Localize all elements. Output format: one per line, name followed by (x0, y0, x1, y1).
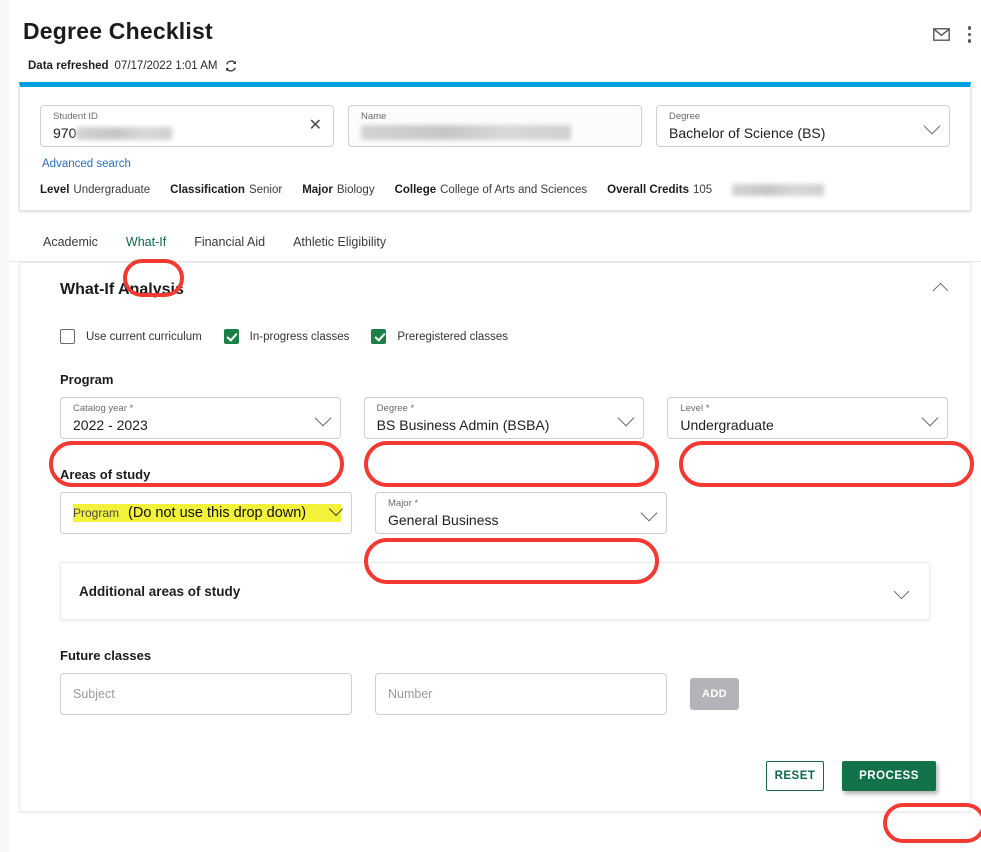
chevron-down-icon (328, 501, 344, 517)
areas-of-study-heading: Areas of study (60, 467, 151, 482)
student-search-card: Student ID 970 ✕ Name Degree Bachelor of… (19, 82, 971, 211)
checkbox-box (371, 329, 387, 344)
student-id-value: 970 (53, 123, 323, 143)
student-id-label: Student ID (53, 111, 98, 122)
areas-program-label: Program (73, 506, 120, 520)
student-id-redaction (76, 127, 173, 140)
areas-program-select[interactable]: Program (Do not use this drop down) (60, 492, 352, 534)
student-name-label: Name (361, 111, 387, 122)
meta-label: Level (40, 184, 70, 196)
student-meta: Level Undergraduate Classification Senior … (40, 184, 950, 196)
areas-major-value: General Business (388, 512, 499, 528)
degree-select[interactable]: Degree Bachelor of Science (BS) (656, 105, 950, 147)
tab-what-if[interactable]: What-If (112, 225, 180, 262)
additional-areas-label: Additional areas of study (79, 583, 241, 599)
meta-item-level: Level Undergraduate (40, 184, 150, 196)
future-subject-input[interactable] (60, 673, 352, 715)
meta-label: Overall Credits (607, 184, 689, 196)
whatif-level-label: Level * (680, 403, 710, 414)
whatif-level-select[interactable]: Level * Undergraduate (667, 397, 949, 439)
meta-redaction (732, 184, 825, 196)
data-refreshed-label: Data refreshed (28, 60, 109, 72)
areas-major-select[interactable]: Major * General Business (375, 492, 667, 534)
meta-item-major: Major Biology (302, 184, 374, 196)
checkbox-preregistered-classes[interactable]: Preregistered classes (371, 329, 508, 344)
areas-program-highlight: Program (Do not use this drop down) (73, 501, 344, 522)
checkbox-in-progress-classes[interactable]: In-progress classes (223, 329, 350, 344)
app-page: Degree Checklist Data refreshed 07/17/20… (9, 0, 981, 852)
future-number-input[interactable] (375, 673, 667, 715)
more-vertical-icon[interactable] (967, 26, 971, 43)
student-name-value (361, 123, 631, 143)
panel-actions: RESET PROCESS (42, 761, 936, 791)
catalog-year-label: Catalog year * (73, 403, 134, 414)
chevron-down-icon (893, 583, 910, 600)
program-heading: Program (60, 372, 114, 387)
meta-label: Classification (170, 184, 245, 196)
header-actions (932, 26, 971, 43)
page-title: Degree Checklist (23, 18, 213, 44)
page-header: Degree Checklist Data refreshed 07/17/20… (9, 0, 981, 73)
checkbox-label: Preregistered classes (397, 330, 508, 343)
data-refreshed: Data refreshed 07/17/2022 1:01 AM (28, 59, 961, 73)
clear-icon[interactable]: ✕ (309, 117, 322, 135)
program-fields-row: Catalog year * 2022 - 2023 Degree * BS B… (60, 397, 949, 439)
checkbox-label: In-progress classes (249, 330, 350, 343)
mail-icon[interactable] (932, 27, 950, 41)
advanced-search-link[interactable]: Advanced search (42, 158, 950, 170)
meta-value: 105 (692, 184, 713, 196)
meta-value: Undergraduate (73, 184, 151, 196)
tab-academic[interactable]: Academic (29, 225, 112, 262)
catalog-year-value: 2022 - 2023 (73, 417, 148, 433)
checkbox-box (60, 329, 75, 344)
refresh-icon[interactable] (224, 59, 238, 73)
tab-athletic-eligibility[interactable]: Athletic Eligibility (279, 225, 400, 262)
degree-select-value: Bachelor of Science (BS) (669, 125, 826, 141)
meta-label: College (394, 184, 437, 196)
meta-item-college: College College of Arts and Sciences (395, 184, 588, 196)
process-button[interactable]: PROCESS (842, 761, 936, 791)
add-future-class-button[interactable]: ADD (690, 678, 739, 710)
student-id-text: 970 (53, 125, 77, 141)
reset-button[interactable]: RESET (766, 761, 824, 791)
meta-value: Biology (336, 184, 375, 196)
checkbox-use-current-curriculum[interactable]: Use current curriculum (60, 329, 202, 344)
whatif-level-value: Undergraduate (680, 417, 774, 433)
student-id-field[interactable]: Student ID 970 ✕ (40, 105, 334, 147)
meta-value: College of Arts and Sciences (440, 184, 588, 196)
areas-of-study-row: Program (Do not use this drop down) Majo… (60, 492, 948, 534)
student-search-row: Student ID 970 ✕ Name Degree Bachelor of… (40, 105, 950, 147)
areas-major-label: Major * (388, 498, 419, 509)
meta-item-credits: Overall Credits 105 (607, 184, 712, 196)
tab-financial-aid[interactable]: Financial Aid (180, 225, 279, 262)
areas-program-warning: (Do not use this drop down) (128, 505, 307, 521)
meta-item-classification: Classification Senior (170, 184, 282, 196)
degree-select-label: Degree (669, 111, 701, 122)
whatif-degree-label: Degree * (376, 403, 415, 414)
what-if-title: What-If Analysis (60, 281, 184, 298)
student-name-field[interactable]: Name (348, 105, 642, 147)
checkbox-box (223, 329, 239, 344)
future-classes-heading: Future classes (60, 648, 152, 663)
meta-value: Senior (248, 184, 283, 196)
whatif-degree-value: BS Business Admin (BSBA) (376, 417, 550, 433)
student-name-redaction (361, 125, 571, 140)
what-if-options: Use current curriculum In-progress class… (60, 329, 948, 344)
additional-areas-of-study-accordion[interactable]: Additional areas of study (60, 562, 930, 620)
future-classes-row: ADD (60, 673, 948, 715)
checkbox-label: Use current curriculum (86, 330, 202, 343)
what-if-panel: What-If Analysis Use current curriculum … (19, 262, 971, 812)
tab-bar: Academic What-If Financial Aid Athletic … (9, 225, 981, 262)
data-refreshed-value: 07/17/2022 1:01 AM (114, 60, 218, 72)
meta-label: Major (302, 184, 333, 196)
catalog-year-select[interactable]: Catalog year * 2022 - 2023 (60, 397, 341, 439)
whatif-degree-select[interactable]: Degree * BS Business Admin (BSBA) (363, 397, 645, 439)
